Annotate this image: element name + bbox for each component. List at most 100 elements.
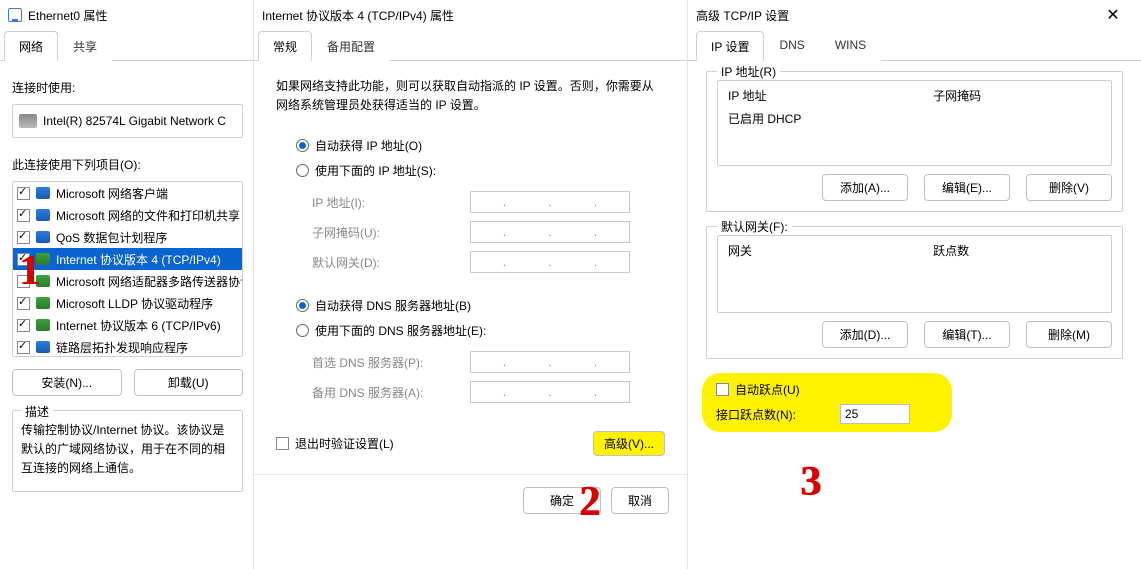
close-button[interactable]: ✕ xyxy=(1093,0,1133,30)
checkbox[interactable] xyxy=(17,341,30,354)
component-icon xyxy=(36,319,50,331)
list-item[interactable]: Microsoft 网络的文件和打印机共享 xyxy=(13,204,242,226)
list-header: 网关 跃点数 xyxy=(724,240,1105,261)
checkbox[interactable] xyxy=(17,187,30,200)
tab-wins[interactable]: WINS xyxy=(820,31,881,61)
list-header: IP 地址 子网掩码 xyxy=(724,85,1105,106)
item-label: 链路层拓扑发现响应程序 xyxy=(56,339,188,356)
radio-auto-dns[interactable]: 自动获得 DNS 服务器地址(B) xyxy=(296,297,665,314)
if-metric-label: 接口跃点数(N): xyxy=(716,406,796,423)
component-icon xyxy=(36,341,50,353)
checkbox[interactable] xyxy=(17,209,30,222)
ip-label: IP 地址(I): xyxy=(312,194,462,211)
add-ip-button[interactable]: 添加(A)... xyxy=(822,174,908,201)
list-item[interactable]: Microsoft 网络适配器多路传送器协议 xyxy=(13,270,242,292)
mask-label: 子网掩码(U): xyxy=(312,224,462,241)
checkbox[interactable] xyxy=(17,231,30,244)
network-items-list[interactable]: Microsoft 网络客户端 Microsoft 网络的文件和打印机共享 QoS … xyxy=(12,181,243,357)
ip-input[interactable]: ... xyxy=(470,191,630,213)
ok-button[interactable]: 确定 xyxy=(523,487,601,514)
tab-network[interactable]: 网络 xyxy=(4,31,58,61)
checkbox[interactable] xyxy=(17,319,30,332)
cancel-button[interactable]: 取消 xyxy=(611,487,669,514)
auto-metric-checkbox[interactable] xyxy=(716,383,729,396)
checkbox[interactable] xyxy=(17,253,30,266)
validate-checkbox[interactable] xyxy=(276,437,289,450)
dns1-input[interactable]: ... xyxy=(470,351,630,373)
dns2-input[interactable]: ... xyxy=(470,381,630,403)
radio-icon xyxy=(296,324,309,337)
item-label: Microsoft LLDP 协议驱动程序 xyxy=(56,295,213,312)
item-label: Microsoft 网络适配器多路传送器协议 xyxy=(56,273,243,290)
component-icon xyxy=(36,275,50,287)
item-label: Microsoft 网络客户端 xyxy=(56,185,168,202)
ipv4-properties-dialog: Internet 协议版本 4 (TCP/IPv4) 属性 常规 备用配置 如果… xyxy=(254,0,688,569)
uninstall-button[interactable]: 卸载(U) xyxy=(134,369,244,396)
titlebar: 高级 TCP/IP 设置 ✕ xyxy=(688,0,1141,30)
description-legend: 描述 xyxy=(21,403,53,420)
radio-icon xyxy=(296,139,309,152)
radio-icon xyxy=(296,164,309,177)
list-item[interactable]: 链路层拓扑发现响应程序 xyxy=(13,336,242,357)
dialog-title: Internet 协议版本 4 (TCP/IPv4) 属性 xyxy=(262,7,454,24)
items-label: 此连接使用下列项目(O): xyxy=(12,156,243,173)
adapter-name: Intel(R) 82574L Gigabit Network C xyxy=(43,114,226,128)
auto-metric-label: 自动跃点(U) xyxy=(735,381,800,398)
ethernet-properties-dialog: Ethernet0 属性 网络 共享 连接时使用: Intel(R) 82574… xyxy=(0,0,254,569)
radio-icon xyxy=(296,299,309,312)
dns2-label: 备用 DNS 服务器(A): xyxy=(312,384,462,401)
description-text: 传输控制协议/Internet 协议。该协议是默认的广域网络协议，用于在不同的相… xyxy=(21,421,234,479)
delete-ip-button[interactable]: 删除(V) xyxy=(1026,174,1112,201)
checkbox[interactable] xyxy=(17,297,30,310)
tab-alt-config[interactable]: 备用配置 xyxy=(312,31,390,61)
tab-dns[interactable]: DNS xyxy=(764,31,819,61)
component-icon xyxy=(36,253,50,265)
mask-input[interactable]: ... xyxy=(470,221,630,243)
item-label: Internet 协议版本 6 (TCP/IPv6) xyxy=(56,317,221,334)
edit-gw-button[interactable]: 编辑(T)... xyxy=(924,321,1010,348)
adapter-field: Intel(R) 82574L Gigabit Network C xyxy=(12,104,243,138)
delete-gw-button[interactable]: 删除(M) xyxy=(1026,321,1112,348)
connect-using-label: 连接时使用: xyxy=(12,79,243,96)
ip-list[interactable]: 已启用 DHCP xyxy=(724,108,1105,129)
advanced-tcpip-dialog: 高级 TCP/IP 设置 ✕ IP 设置 DNS WINS IP 地址(R) I… xyxy=(688,0,1141,569)
tabs: IP 设置 DNS WINS xyxy=(688,30,1141,61)
list-item[interactable]: Microsoft LLDP 协议驱动程序 xyxy=(13,292,242,314)
dialog-title: 高级 TCP/IP 设置 xyxy=(696,7,789,24)
advanced-button[interactable]: 高级(V)... xyxy=(593,431,665,456)
tab-share[interactable]: 共享 xyxy=(58,31,112,61)
ip-addresses-group: IP 地址(R) IP 地址 子网掩码 已启用 DHCP 添加(A)... 编辑… xyxy=(706,71,1123,212)
tabs: 常规 备用配置 xyxy=(254,30,687,61)
component-icon xyxy=(36,297,50,309)
radio-manual-dns[interactable]: 使用下面的 DNS 服务器地址(E): xyxy=(296,322,665,339)
titlebar: Internet 协议版本 4 (TCP/IPv4) 属性 xyxy=(254,0,687,30)
group-legend: IP 地址(R) xyxy=(717,63,780,80)
list-item[interactable]: QoS 数据包计划程序 xyxy=(13,226,242,248)
component-icon xyxy=(36,187,50,199)
list-item[interactable]: Internet 协议版本 6 (TCP/IPv6) xyxy=(13,314,242,336)
tab-general[interactable]: 常规 xyxy=(258,31,312,61)
checkbox[interactable] xyxy=(17,275,30,288)
titlebar: Ethernet0 属性 xyxy=(0,0,253,30)
item-label: Microsoft 网络的文件和打印机共享 xyxy=(56,207,240,224)
dialog-title: Ethernet0 属性 xyxy=(28,7,107,24)
list-item[interactable]: Microsoft 网络客户端 xyxy=(13,182,242,204)
description-group: 描述 传输控制协议/Internet 协议。该协议是默认的广域网络协议，用于在不… xyxy=(12,410,243,492)
gateway-label: 默认网关(D): xyxy=(312,254,462,271)
metric-highlight-area: 自动跃点(U) 接口跃点数(N): 25 xyxy=(702,373,952,432)
add-gw-button[interactable]: 添加(D)... xyxy=(822,321,908,348)
gateway-input[interactable]: ... xyxy=(470,251,630,273)
gateways-group: 默认网关(F): 网关 跃点数 添加(D)... 编辑(T)... 删除(M) xyxy=(706,226,1123,359)
dns1-label: 首选 DNS 服务器(P): xyxy=(312,354,462,371)
component-icon xyxy=(36,209,50,221)
edit-ip-button[interactable]: 编辑(E)... xyxy=(924,174,1010,201)
tab-ip-settings[interactable]: IP 设置 xyxy=(696,31,764,61)
item-label: Internet 协议版本 4 (TCP/IPv4) xyxy=(56,251,221,268)
install-button[interactable]: 安装(N)... xyxy=(12,369,122,396)
radio-auto-ip[interactable]: 自动获得 IP 地址(O) xyxy=(296,137,665,154)
if-metric-input[interactable]: 25 xyxy=(840,404,910,424)
list-item[interactable]: Internet 协议版本 4 (TCP/IPv4) xyxy=(13,248,242,270)
radio-manual-ip[interactable]: 使用下面的 IP 地址(S): xyxy=(296,162,665,179)
tabs: 网络 共享 xyxy=(0,30,253,61)
component-icon xyxy=(36,231,50,243)
